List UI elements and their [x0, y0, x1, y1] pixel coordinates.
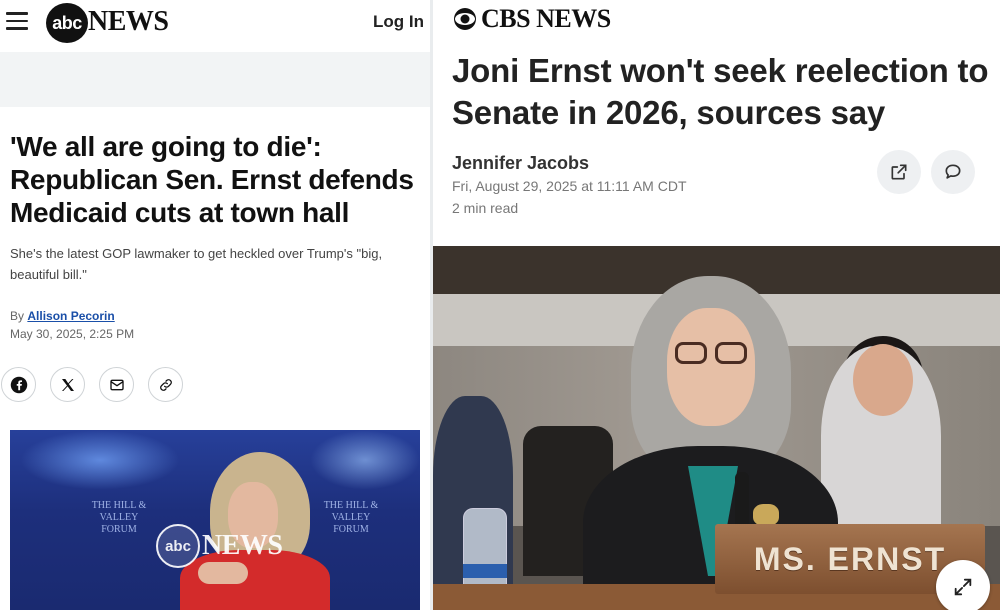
- email-icon: [109, 379, 124, 390]
- forum-backdrop-text: THE HILL & VALLEY FORUM: [91, 500, 147, 535]
- cbs-share-button[interactable]: [877, 150, 921, 194]
- abc-header: abc NEWS Log In: [0, 0, 430, 46]
- watermark-word: NEWS: [202, 530, 283, 561]
- cbs-eye-icon: [454, 8, 476, 30]
- abc-news-panel: abc NEWS Log In 'We all are going to die…: [0, 0, 430, 610]
- nameplate-text: MS. ERNST: [753, 540, 947, 577]
- cbs-read-time: 2 min read: [452, 200, 519, 216]
- abc-byline: By Allison Pecorin: [10, 309, 115, 323]
- x-share-button[interactable]: [50, 367, 85, 402]
- x-icon: [61, 378, 74, 391]
- senator-glasses: [715, 342, 747, 364]
- cbs-article-photo[interactable]: MS. ERNST: [433, 246, 1000, 610]
- share-row: [1, 367, 183, 402]
- abc-logo[interactable]: abc: [46, 3, 88, 43]
- abc-publish-date: May 30, 2025, 2:25 PM: [10, 327, 135, 341]
- comment-icon: [945, 164, 961, 179]
- expand-icon: [954, 578, 972, 596]
- stage-light: [20, 430, 180, 490]
- author-link[interactable]: Allison Pecorin: [27, 309, 114, 323]
- cbs-news-panel: CBS NEWS Joni Ernst won't seek reelectio…: [433, 0, 1000, 610]
- cbs-headline: Joni Ernst won't seek reelection to Sena…: [452, 52, 989, 131]
- copy-link-button[interactable]: [148, 367, 183, 402]
- lapel-pin: [753, 504, 779, 526]
- email-share-button[interactable]: [99, 367, 134, 402]
- senator-face: [667, 308, 755, 426]
- expand-image-button[interactable]: [936, 560, 990, 610]
- water-bottle-label: [463, 564, 507, 578]
- abc-headline: 'We all are going to die': Republican Se…: [10, 131, 414, 228]
- login-link[interactable]: Log In: [373, 12, 424, 32]
- abc-brand-word[interactable]: NEWS: [88, 6, 169, 38]
- abc-article-photo[interactable]: THE HILL & VALLEY FORUM THE HILL & VALLE…: [10, 430, 420, 610]
- abc-news-watermark: abc NEWS: [156, 524, 283, 568]
- link-icon: [159, 378, 172, 391]
- cbs-comment-button[interactable]: [931, 150, 975, 194]
- hamburger-menu-icon[interactable]: [6, 12, 28, 30]
- abc-subheadline: She's the latest GOP lawmaker to get hec…: [10, 246, 383, 282]
- cbs-author[interactable]: Jennifer Jacobs: [452, 153, 589, 174]
- senator-glasses: [675, 342, 707, 364]
- facebook-icon: [10, 376, 27, 393]
- share-external-icon: [891, 164, 907, 180]
- background-person-face: [853, 344, 913, 416]
- cbs-logo[interactable]: CBS NEWS: [453, 4, 611, 34]
- byline-prefix: By: [10, 309, 25, 323]
- facebook-share-button[interactable]: [1, 367, 36, 402]
- stage-light: [310, 430, 420, 490]
- watermark-logo: abc: [156, 524, 200, 568]
- cbs-publish-date: Fri, August 29, 2025 at 11:11 AM CDT: [452, 178, 687, 194]
- ad-placeholder: [0, 52, 430, 107]
- cbs-brand-word: CBS NEWS: [481, 4, 611, 33]
